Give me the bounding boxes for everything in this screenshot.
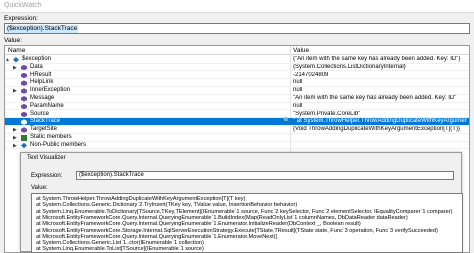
expand-arrow-icon[interactable]: ▶ xyxy=(13,65,17,71)
column-header-name[interactable]: Name xyxy=(8,47,25,54)
grid-row[interactable]: ParamName null xyxy=(5,103,469,111)
grid-row[interactable]: ▶ Data {System.Collections.ListDictionaryI… xyxy=(5,64,469,72)
row-value: " at System.ThrowHelper.ThrowAddingDupli… xyxy=(293,118,467,125)
text-visualizer-dialog: Text Visualizer Expression: ($exception)… xyxy=(20,152,463,253)
property-icon xyxy=(21,72,27,79)
grid-row[interactable]: ▲ $exception {"An item with the same key h… xyxy=(5,56,469,64)
value-label: Value: xyxy=(4,37,22,44)
tv-value-label: Value: xyxy=(31,185,48,191)
grid-row[interactable]: ▶ TargetSite {Void ThrowAddingDuplicateWit… xyxy=(5,126,469,134)
row-name: InnerException xyxy=(30,87,71,94)
window-titlebar: QuickWatch xyxy=(0,0,474,13)
tv-value-textbox[interactable]: at System.ThrowHelper.ThrowAddingDuplica… xyxy=(31,193,463,253)
row-value: null xyxy=(293,87,303,94)
row-name: ParamName xyxy=(30,102,64,109)
expand-arrow-icon[interactable]: ▶ xyxy=(13,143,17,149)
row-name: HResult xyxy=(30,71,52,78)
property-icon xyxy=(21,119,27,125)
non-public-members-icon xyxy=(21,142,27,149)
row-name: $exception xyxy=(22,56,52,62)
property-icon xyxy=(21,88,27,94)
grid-row[interactable]: HResult -2147024809 xyxy=(5,72,469,80)
row-name: Data xyxy=(30,63,43,70)
expand-arrow-icon[interactable]: ▶ xyxy=(13,88,17,94)
property-icon xyxy=(21,64,27,71)
row-value: "An item with the same key has already b… xyxy=(293,95,457,101)
row-name: StackTrace xyxy=(30,118,61,125)
expression-text: ($exception).StackTrace xyxy=(6,25,79,33)
row-name: TargetSite xyxy=(30,126,58,133)
grid-row[interactable]: HelpLink null xyxy=(5,79,469,87)
property-icon xyxy=(21,96,27,102)
text-visualizer-title: Text Visualizer xyxy=(27,155,66,161)
exception-icon xyxy=(13,57,19,63)
grid-row[interactable]: Message "An item with the same key has al… xyxy=(5,95,469,103)
property-icon xyxy=(21,103,27,110)
row-value: -2147024809 xyxy=(293,71,329,78)
grid-row[interactable]: ▶ Static members xyxy=(5,134,469,142)
window-title: QuickWatch xyxy=(4,2,42,9)
static-members-icon xyxy=(21,135,27,141)
grid-row[interactable]: ▶ Non-Public members xyxy=(5,142,469,150)
row-value: "System.Private.CoreLib" xyxy=(293,110,361,117)
row-name: Source xyxy=(30,110,50,117)
expression-label: Expression: xyxy=(4,15,38,22)
row-value: {"An item with the same key has already … xyxy=(293,56,461,62)
row-name: Non-Public members xyxy=(30,141,87,148)
grid-row[interactable]: Source "System.Private.CoreLib" xyxy=(5,111,469,119)
expand-arrow-icon[interactable]: ▶ xyxy=(13,135,17,141)
column-header-value[interactable]: Value xyxy=(293,47,309,54)
property-icon xyxy=(21,80,27,86)
row-name: Message xyxy=(30,95,55,101)
collapse-arrow-icon[interactable]: ▲ xyxy=(5,57,10,63)
grid-header: Name Value xyxy=(5,46,469,55)
row-value: {Void ThrowAddingDuplicateWithKeyArgumen… xyxy=(293,126,460,133)
text-visualizer-magnifier-icon[interactable]: 🔍 xyxy=(283,118,290,126)
row-value: null xyxy=(293,102,303,109)
row-value: {System.Collections.ListDictionaryIntern… xyxy=(293,63,406,70)
stacktrace-line: at System.Linq.Enumerable.ToList[TSource… xyxy=(36,246,204,253)
expand-arrow-icon[interactable]: ▶ xyxy=(13,127,17,133)
tv-expression-label: Expression: xyxy=(31,173,63,179)
property-icon xyxy=(21,127,27,133)
row-value: null xyxy=(293,79,303,86)
property-icon xyxy=(21,111,27,118)
grid-row[interactable]: ▶ InnerException null xyxy=(5,87,469,95)
grid-row[interactable]: StackTrace 🔍 " at System.ThrowHelper.Throw… xyxy=(5,118,469,126)
row-name: HelpLink xyxy=(30,79,54,86)
tv-expression-field[interactable]: ($exception).StackTrace xyxy=(76,171,454,180)
row-name: Static members xyxy=(30,134,72,140)
expression-input[interactable]: ($exception).StackTrace xyxy=(4,23,470,34)
